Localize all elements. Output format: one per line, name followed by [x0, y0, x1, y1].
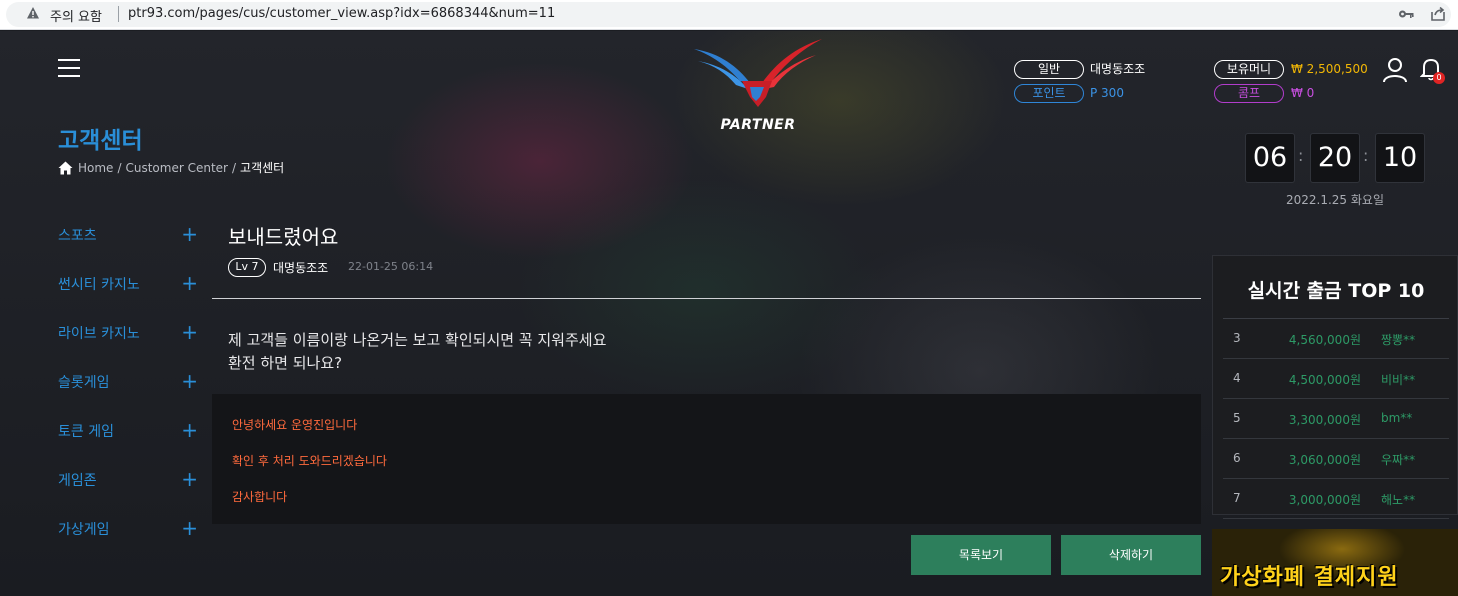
sidebar-item-label: 스포츠	[58, 228, 97, 244]
breadcrumb-separator: /	[117, 160, 122, 175]
reply-line: 안녕하세요 운영진입니다	[232, 418, 358, 432]
delete-button[interactable]: 삭제하기	[1061, 535, 1201, 575]
breadcrumb-section[interactable]: Customer Center	[125, 161, 228, 175]
top10-rank: 3	[1233, 331, 1241, 345]
grade-badge: 일반	[1014, 60, 1084, 79]
level-badge: Lv 7	[228, 258, 266, 277]
top10-row: 4 4,500,000원 비비**	[1223, 359, 1449, 399]
sidebar-item-label: 썬시티 카지노	[58, 277, 140, 293]
top10-name: 비비**	[1381, 373, 1416, 387]
home-icon[interactable]	[58, 161, 73, 175]
share-icon[interactable]	[1430, 6, 1446, 22]
sidebar-item-label: 가상게임	[58, 522, 110, 538]
top10-amount: 3,060,000원	[1288, 453, 1361, 467]
post-date: 22-01-25 06:14	[348, 260, 434, 273]
post-body: 제 고객들 이름이랑 나온거는 보고 확인되시면 꼭 지워주세요 환전 하면 되…	[228, 329, 606, 375]
top10-amount: 4,560,000원	[1288, 333, 1361, 347]
plus-icon[interactable]: +	[181, 418, 198, 442]
top10-row: 7 3,000,000원 해노**	[1223, 479, 1449, 519]
url-text[interactable]: ptr93.com/pages/cus/customer_view.asp?id…	[128, 6, 555, 21]
sidebar-item-label: 라이브 카지노	[58, 326, 140, 342]
comp-value: ₩ 0	[1291, 86, 1315, 100]
plus-icon[interactable]: +	[181, 271, 198, 295]
top10-name: 우짜**	[1381, 453, 1416, 467]
post-body-line: 환전 하면 되나요?	[228, 354, 343, 372]
top10-row: 6 3,060,000원 우짜**	[1223, 439, 1449, 479]
post-body-line: 제 고객들 이름이랑 나온거는 보고 확인되시면 꼭 지워주세요	[228, 331, 607, 349]
sidebar-item-virtual-games[interactable]: 가상게임 +	[58, 516, 203, 540]
sidebar-item-slot-games[interactable]: 슬롯게임 +	[58, 369, 203, 393]
sidebar-item-live-casino[interactable]: 라이브 카지노 +	[58, 320, 203, 344]
security-warning-text[interactable]: 주의 요함	[50, 6, 102, 25]
plus-icon[interactable]: +	[181, 320, 198, 344]
sidebar-item-suncity-casino[interactable]: 썬시티 카지노 +	[58, 271, 203, 295]
points-badge: 포인트	[1014, 84, 1084, 103]
breadcrumb-separator: /	[231, 160, 237, 175]
eagle-logo-icon	[694, 39, 822, 107]
points-value: P 300	[1090, 86, 1124, 100]
notification-badge: 0	[1433, 72, 1445, 84]
top10-name: 해노**	[1381, 493, 1416, 507]
plus-icon[interactable]: +	[181, 369, 198, 393]
breadcrumb-home[interactable]: Home	[78, 161, 113, 175]
clock-hours: 06	[1245, 133, 1295, 183]
clock-separator: :	[1363, 146, 1369, 165]
user-icon[interactable]	[1382, 57, 1408, 83]
plus-icon[interactable]: +	[181, 516, 198, 540]
menu-icon[interactable]	[58, 59, 80, 77]
top10-amount: 4,500,000원	[1288, 373, 1361, 387]
sidebar-item-label: 게임존	[58, 473, 97, 489]
reply-line: 감사합니다	[232, 490, 288, 504]
plus-icon[interactable]: +	[181, 222, 198, 246]
plus-icon[interactable]: +	[181, 467, 198, 491]
sidebar-item-label: 슬롯게임	[58, 375, 110, 391]
admin-reply: 안녕하세요 운영진입니다 확인 후 처리 도와드리겠습니다 감사합니다	[212, 394, 1201, 524]
address-bar[interactable]: 주의 요함 ptr93.com/pages/cus/customer_view.…	[6, 2, 1451, 27]
post-author: 대명동조조	[273, 261, 329, 275]
browser-toolbar: 주의 요함 ptr93.com/pages/cus/customer_view.…	[0, 0, 1458, 30]
money-badge: 보유머니	[1214, 60, 1284, 79]
logo-text: PARTNER	[720, 117, 796, 133]
username: 대명동조조	[1090, 62, 1146, 76]
post-divider	[212, 298, 1201, 299]
sidebar-item-game-zone[interactable]: 게임존 +	[58, 467, 203, 491]
top10-name: bm**	[1381, 411, 1413, 425]
clock-minutes: 20	[1310, 133, 1360, 183]
sidebar-item-label: 토큰 게임	[58, 424, 114, 440]
page-content: PARTNER 일반 대명동조조 포인트 P 300 보유머니 ₩ 2,500,…	[0, 31, 1458, 596]
top10-name: 짱뽕**	[1381, 333, 1416, 347]
clock-separator: :	[1298, 146, 1304, 165]
crypto-payment-banner[interactable]: 가상화폐 결제지원	[1212, 529, 1458, 596]
clock-seconds: 10	[1375, 133, 1425, 183]
top10-title: 실시간 출금 TOP 10	[1247, 280, 1425, 302]
site-logo[interactable]: PARTNER	[692, 37, 824, 137]
top10-rank: 5	[1233, 411, 1241, 425]
breadcrumb-current: 고객센터	[240, 161, 285, 175]
address-divider	[118, 6, 119, 22]
banner-text: 가상화폐 결제지원	[1220, 565, 1399, 590]
page-title: 고객센터	[58, 128, 143, 154]
warning-icon[interactable]	[26, 6, 40, 20]
top10-rank: 6	[1233, 451, 1241, 465]
sidebar-item-sports[interactable]: 스포츠 +	[58, 222, 203, 246]
money-value: ₩ 2,500,500	[1291, 62, 1368, 76]
breadcrumb: Home / Customer Center / 고객센터	[58, 159, 284, 176]
sidebar-item-token-games[interactable]: 토큰 게임 +	[58, 418, 203, 442]
top10-rank: 4	[1233, 371, 1241, 385]
post-title: 보내드렸어요	[228, 225, 339, 249]
current-date: 2022.1.25 화요일	[1285, 193, 1384, 207]
reply-line: 확인 후 처리 도와드리겠습니다	[232, 454, 387, 468]
comp-badge: 콤프	[1214, 84, 1284, 103]
top10-amount: 3,300,000원	[1288, 413, 1361, 427]
top10-row: 5 3,300,000원 bm**	[1223, 399, 1449, 439]
list-button[interactable]: 목록보기	[911, 535, 1051, 575]
top10-row: 3 4,560,000원 짱뽕**	[1223, 319, 1449, 359]
top10-rank: 7	[1233, 491, 1241, 505]
top10-withdrawals-panel: 실시간 출금 TOP 10 3 4,560,000원 짱뽕** 4 4,500,…	[1212, 255, 1458, 519]
key-icon[interactable]	[1398, 7, 1414, 21]
top10-amount: 3,000,000원	[1288, 493, 1361, 507]
